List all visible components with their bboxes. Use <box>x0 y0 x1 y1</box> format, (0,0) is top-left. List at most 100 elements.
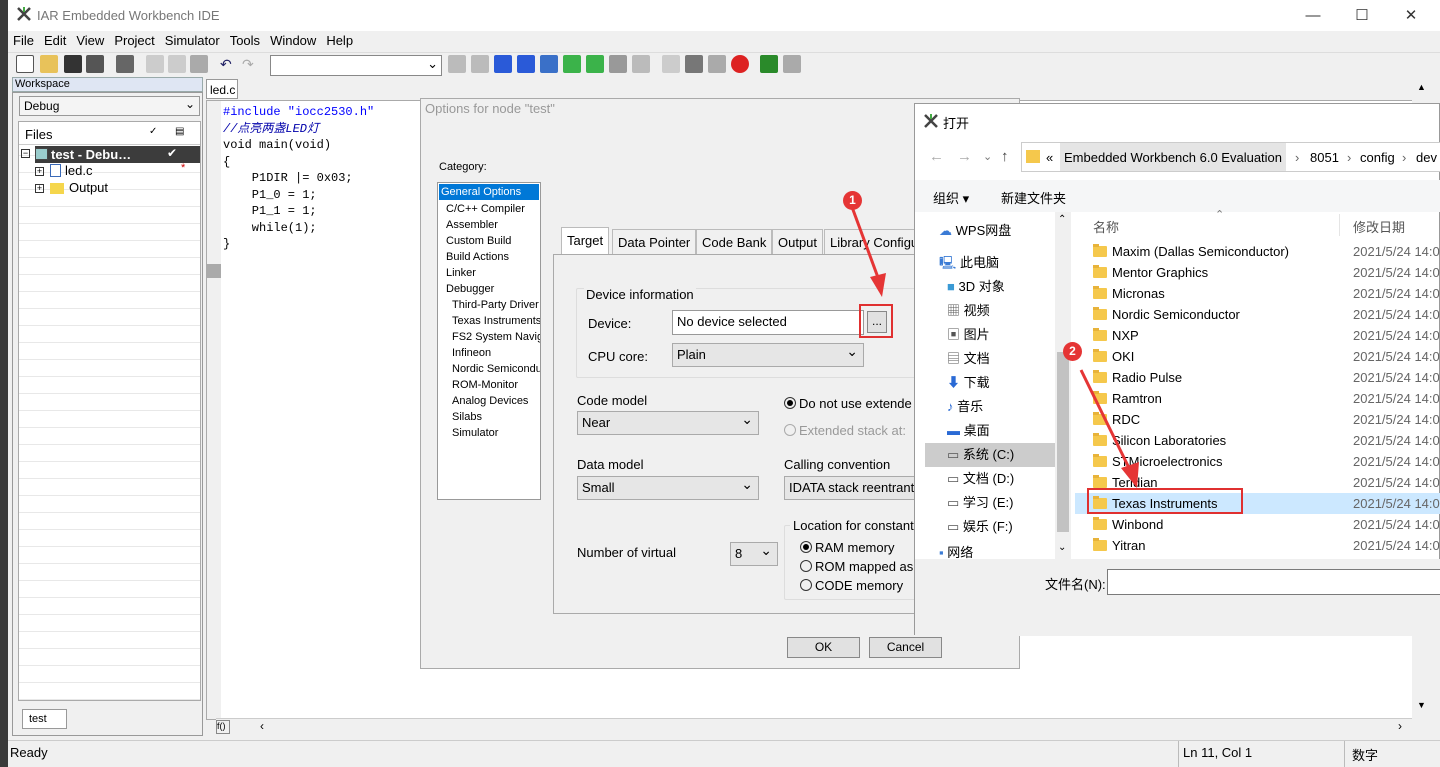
nav-documents[interactable]: ▤ 文档 <box>947 347 990 371</box>
recent-chevron-icon[interactable]: ⌄ <box>983 150 992 163</box>
make-icon[interactable] <box>685 55 703 73</box>
workspace-tab[interactable]: test <box>22 709 67 729</box>
ext-stack-option-2[interactable]: Extended stack at: <box>784 423 906 438</box>
menu-help[interactable]: Help <box>321 31 358 50</box>
open-folder-icon[interactable] <box>40 55 58 73</box>
category-item[interactable]: FS2 System Navig <box>438 329 540 345</box>
save-icon[interactable] <box>64 55 82 73</box>
find-combo[interactable]: ⌄ <box>270 55 442 76</box>
new-folder-button[interactable]: 新建文件夹 <box>1001 188 1066 207</box>
find-icon[interactable] <box>448 55 466 73</box>
back-icon[interactable]: ← <box>929 148 944 165</box>
config-select[interactable]: Debug ⌄ <box>19 96 200 116</box>
ext-stack-option-1[interactable]: Do not use extende <box>784 396 912 411</box>
nav-videos[interactable]: ▦ 视频 <box>947 299 990 323</box>
tree-item-led[interactable]: led.c <box>65 163 92 178</box>
breakpoint-icon[interactable] <box>731 55 749 73</box>
editor-tab[interactable]: led.c <box>206 79 238 99</box>
calling-convention-select[interactable]: IDATA stack reentrant <box>784 476 934 500</box>
nav-pictures[interactable]: ▣ 图片 <box>947 323 990 347</box>
category-item[interactable]: Debugger <box>438 281 540 297</box>
menu-project[interactable]: Project <box>109 31 159 50</box>
nav-desktop[interactable]: ▬ 桌面 <box>947 419 990 443</box>
nav-downloads[interactable]: ⬇ 下载 <box>947 371 990 395</box>
goto-icon[interactable] <box>517 55 535 73</box>
category-general-options[interactable]: General Options <box>439 184 539 200</box>
category-item[interactable]: ROM-Monitor <box>438 377 540 393</box>
project-row[interactable]: test - Debu… ✔ <box>35 146 200 163</box>
code-model-select[interactable]: Near <box>577 411 759 435</box>
menu-view[interactable]: View <box>71 31 109 50</box>
bookmark-icon[interactable] <box>540 55 558 73</box>
ok-button[interactable]: OK <box>787 637 860 658</box>
scroll-left-icon[interactable]: ‹ <box>260 719 264 733</box>
function-nav-icon[interactable]: f() <box>216 720 230 734</box>
prev-bookmark-icon[interactable] <box>609 55 627 73</box>
nav-music[interactable]: ♪ 音乐 <box>947 395 983 419</box>
redo-icon[interactable]: ↷ <box>242 55 260 73</box>
debug-icon[interactable] <box>760 55 778 73</box>
address-bar[interactable]: « Embedded Workbench 6.0 Evaluation › 80… <box>1021 142 1440 172</box>
menu-file[interactable]: File <box>8 31 39 50</box>
collapse-icon[interactable]: − <box>21 149 30 158</box>
loc-ram-option[interactable]: RAM memory <box>800 540 894 555</box>
new-file-icon[interactable] <box>16 55 34 73</box>
tab-target[interactable]: Target <box>561 227 610 255</box>
scroll-right-icon[interactable]: › <box>1398 719 1402 733</box>
nav-wps-cloud[interactable]: ☁ WPS网盘 <box>939 219 1011 243</box>
folder-row[interactable]: NXP 2021/5/24 14:0 <box>1075 325 1440 346</box>
breadcrumb-8051[interactable]: 8051 <box>1310 150 1339 165</box>
filename-input[interactable] <box>1107 569 1440 595</box>
undo-icon[interactable]: ↶ <box>220 55 238 73</box>
category-item[interactable]: Silabs <box>438 409 540 425</box>
find-next-icon[interactable] <box>471 55 489 73</box>
category-item[interactable]: Analog Devices <box>438 393 540 409</box>
nav-drive-e[interactable]: ▭ 学习 (E:) <box>947 491 1013 515</box>
horizontal-scrollbar[interactable]: f() ‹ › <box>216 718 1412 736</box>
maximize-button[interactable]: ☐ <box>1339 0 1385 31</box>
menu-tools[interactable]: Tools <box>225 31 265 50</box>
category-item[interactable]: Linker <box>438 265 540 281</box>
save-all-icon[interactable] <box>86 55 104 73</box>
scroll-up-icon[interactable]: ▲ <box>1417 82 1426 92</box>
folder-row[interactable]: Maxim (Dallas Semiconductor) 2021/5/24 14… <box>1075 241 1440 262</box>
breadcrumb-overflow[interactable]: « <box>1046 150 1053 165</box>
cpu-core-select[interactable]: Plain <box>672 343 864 367</box>
device-field[interactable]: No device selected <box>672 310 864 335</box>
tab-code-bank[interactable]: Code Bank <box>696 229 773 255</box>
cancel-button[interactable]: Cancel <box>869 637 942 658</box>
toggle-bookmark-icon[interactable] <box>563 55 581 73</box>
category-item[interactable]: Simulator <box>438 425 540 441</box>
scroll-down-icon[interactable]: ▼ <box>1417 700 1426 710</box>
category-item[interactable]: Infineon <box>438 345 540 361</box>
debug-without-download-icon[interactable] <box>783 55 801 73</box>
data-model-select[interactable]: Small <box>577 476 759 500</box>
nav-scrollbar[interactable]: ⌃ ⌄ <box>1055 212 1071 559</box>
tab-data-pointer[interactable]: Data Pointer <box>612 229 697 255</box>
loc-rom-option[interactable]: ROM mapped as <box>800 559 913 574</box>
column-name[interactable]: 名称 <box>1093 217 1119 236</box>
nav-drive-f[interactable]: ▭ 娱乐 (F:) <box>947 515 1013 539</box>
folder-row[interactable]: Nordic Semiconductor 2021/5/24 14:0 <box>1075 304 1440 325</box>
print-icon[interactable] <box>116 55 134 73</box>
forward-icon[interactable]: → <box>957 148 972 165</box>
folder-row[interactable]: Yitran 2021/5/24 14:0 <box>1075 535 1440 556</box>
expand-icon[interactable]: + <box>35 184 44 193</box>
breadcrumb-ewb[interactable]: Embedded Workbench 6.0 Evaluation <box>1060 143 1287 171</box>
nav-system-c[interactable]: ▭ 系统 (C:) <box>925 443 1055 467</box>
tree-item-output[interactable]: Output <box>69 180 108 195</box>
category-item[interactable]: Build Actions <box>438 249 540 265</box>
stop-build-icon[interactable] <box>708 55 726 73</box>
next-bookmark-icon[interactable] <box>586 55 604 73</box>
menu-window[interactable]: Window <box>265 31 321 50</box>
expand-icon[interactable]: + <box>35 167 44 176</box>
category-item[interactable]: Custom Build <box>438 233 540 249</box>
category-item[interactable]: C/C++ Compiler <box>438 201 540 217</box>
loc-code-option[interactable]: CODE memory <box>800 578 903 593</box>
close-button[interactable]: ✕ <box>1388 0 1434 31</box>
compile-icon[interactable] <box>662 55 680 73</box>
nav-network[interactable]: ▪ 网络 <box>939 541 973 559</box>
category-item[interactable]: Third-Party Driver <box>438 297 540 313</box>
menu-edit[interactable]: Edit <box>39 31 71 50</box>
scroll-thumb[interactable] <box>1057 352 1069 532</box>
